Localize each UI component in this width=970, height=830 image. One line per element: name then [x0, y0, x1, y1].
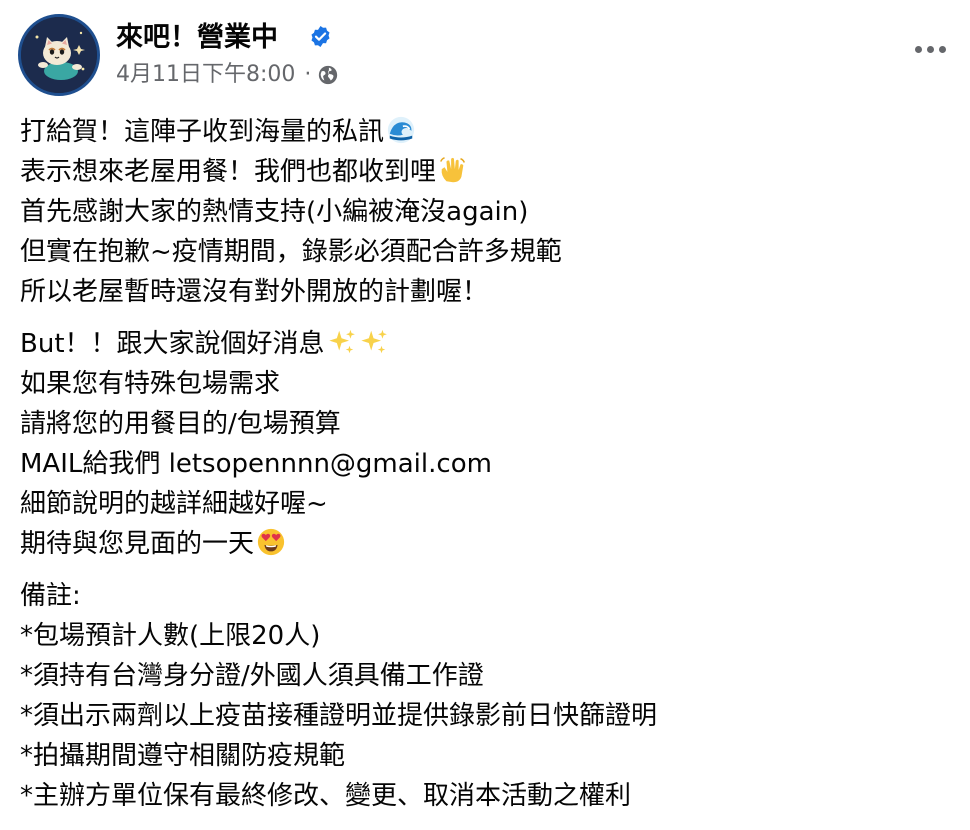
text-line: *須出示兩劑以上疫苗接種證明並提供錄影前日快篩證明 [20, 701, 658, 731]
text-line: 所以老屋暫時還沒有對外開放的計劃喔！ [20, 277, 489, 307]
text-line: *須持有台灣身分證/外國人須具備工作證 [20, 661, 484, 691]
sparkles-emoji [360, 329, 387, 354]
sparkles-emoji [328, 329, 355, 354]
paragraph-3: 備註: *包場預計人數(上限20人) *須持有台灣身分證/外國人須具備工作證 *… [20, 576, 950, 816]
cat-mascot-icon [21, 17, 97, 93]
text-line: *主辦方單位保有最終修改、變更、取消本活動之權利 [20, 781, 632, 811]
facebook-post: 來吧！營業中 4月11日下午8:00 · 打給賀！這陣子收到海量的私訊 表示想來… [0, 0, 970, 830]
paragraph-1: 打給賀！這陣子收到海量的私訊 表示想來老屋用餐！我們也都收到哩 首先感謝大家的熱… [20, 112, 950, 312]
text-line: 首先感謝大家的熱情支持(小編被淹沒again) [20, 197, 529, 227]
globe-icon[interactable] [317, 64, 339, 86]
text-line: 細節說明的越詳細越好喔~ [20, 489, 328, 519]
text-line: 表示想來老屋用餐！我們也都收到哩 [20, 152, 950, 192]
more-options-button[interactable] [908, 34, 952, 64]
text-line: 打給賀！這陣子收到海量的私訊 [20, 112, 950, 152]
paragraph-2: But！！跟大家說個好消息 如果您有特殊包場需求 請將您的用餐目的/包場預算 M… [20, 324, 950, 564]
post-body: 打給賀！這陣子收到海量的私訊 表示想來老屋用餐！我們也都收到哩 首先感謝大家的熱… [20, 112, 950, 816]
more-dot [926, 45, 934, 53]
post-timestamp[interactable]: 4月11日下午8:00 [116, 60, 295, 90]
post-header: 來吧！營業中 4月11日下午8:00 · [18, 14, 952, 96]
text-line: 如果您有特殊包場需求 [20, 369, 281, 399]
text-span: 期待與您見面的一天 [20, 529, 255, 559]
text-span: But！！跟大家說個好消息 [20, 329, 325, 359]
text-line: But！！跟大家說個好消息 [20, 324, 950, 364]
text-span: 打給賀！這陣子收到海量的私訊 [20, 117, 385, 147]
text-line: 請將您的用餐目的/包場預算 [20, 409, 341, 439]
text-line: *包場預計人數(上限20人) [20, 621, 321, 651]
verified-badge-icon [311, 25, 330, 48]
more-dot [914, 45, 922, 53]
waving-hand-emoji [440, 157, 465, 183]
text-line: 但實在抱歉~疫情期間，錄影必須配合許多規範 [20, 237, 562, 267]
text-span: 表示想來老屋用餐！我們也都收到哩 [20, 157, 437, 187]
heart-eyes-emoji [257, 528, 285, 556]
page-name[interactable]: 來吧！營業中 [116, 20, 278, 56]
text-line: 期待與您見面的一天 [20, 524, 950, 564]
wave-emoji [387, 116, 415, 144]
text-line: 備註: [20, 581, 81, 611]
post-meta: 4月11日下午8:00 · [116, 60, 339, 90]
text-line: *拍攝期間遵守相關防疫規範 [20, 741, 346, 771]
text-line: MAIL給我們 letsopennnn@gmail.com [20, 449, 492, 479]
more-dot [938, 45, 946, 53]
meta-separator: · [304, 62, 312, 87]
page-avatar[interactable] [18, 14, 100, 96]
